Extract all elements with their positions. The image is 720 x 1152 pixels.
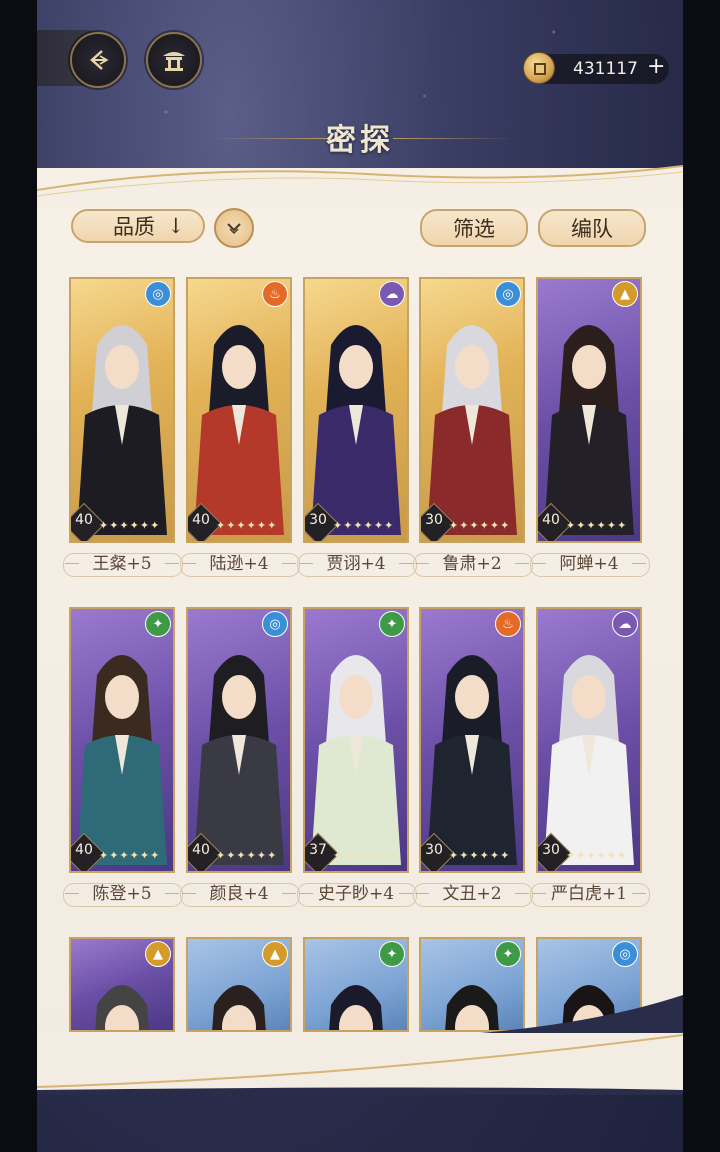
star-rating: ✦✦✦✦✦✦: [216, 849, 278, 862]
chevron-down-icon: [227, 223, 241, 235]
cloud-icon: ☁: [379, 281, 405, 307]
character-portrait: [194, 325, 284, 535]
panel-bottom-ornament: [37, 995, 683, 1095]
character-name: 鲁肃+2: [415, 553, 529, 575]
character-portrait: [427, 655, 517, 865]
level-value: 40: [192, 842, 210, 858]
character-name: 贾诩+4: [299, 553, 413, 575]
filter-button[interactable]: 筛选: [420, 209, 528, 247]
star-rating: ✦✦✦✦✦✦: [99, 519, 161, 532]
character-name: 陆逊+4: [182, 553, 296, 575]
water-icon: ◎: [262, 611, 288, 637]
character-name: 颜良+4: [182, 883, 296, 905]
earth-icon: ▲: [145, 941, 171, 967]
page-title: 密探: [326, 123, 394, 158]
star-rating: ✦✦✦✦✦✦: [333, 849, 395, 862]
level-value: 30: [309, 512, 327, 528]
coin-icon: [523, 52, 555, 84]
character-portrait: [77, 655, 167, 865]
earth-icon: ▲: [612, 281, 638, 307]
character-portrait: [311, 325, 401, 535]
team-button[interactable]: 编队: [538, 209, 646, 247]
water-icon: ◎: [145, 281, 171, 307]
level-value: 40: [75, 512, 93, 528]
character-card[interactable]: ☁ 30 ✦✦✦✦✦✦: [303, 277, 409, 543]
character-card[interactable]: ✦ 37 ✦✦✦✦✦✦: [303, 607, 409, 873]
character-name: 陈登+5: [65, 883, 179, 905]
character-card[interactable]: ☁ 30 ✦✦✦✦✦✦: [536, 607, 642, 873]
sort-order-button[interactable]: [214, 208, 254, 248]
pavilion-icon: [163, 52, 185, 71]
wind-icon: ✦: [145, 611, 171, 637]
character-card[interactable]: ✦ 40 ✦✦✦✦✦✦: [69, 607, 175, 873]
star-rating: ✦✦✦✦✦✦: [566, 519, 628, 532]
panel-top-ornament: [37, 165, 683, 208]
sort-quality-button[interactable]: 品质 ↓: [71, 209, 205, 243]
character-name: 王粲+5: [65, 553, 179, 575]
earth-icon: ▲: [262, 941, 288, 967]
water-icon: ◎: [495, 281, 521, 307]
currency-value: 431117: [573, 59, 638, 79]
star-rating: ✦✦✦✦✦✦: [216, 519, 278, 532]
character-name: 严白虎+1: [532, 883, 646, 905]
character-card[interactable]: ◎ 40 ✦✦✦✦✦✦: [69, 277, 175, 543]
level-value: 30: [542, 842, 560, 858]
character-portrait: [311, 655, 401, 865]
level-value: 30: [425, 512, 443, 528]
cloud-icon: ☁: [612, 611, 638, 637]
star-rating: ✦✦✦✦✦✦: [333, 519, 395, 532]
character-card[interactable]: ♨ 40 ✦✦✦✦✦✦: [186, 277, 292, 543]
back-arrow-icon: [90, 50, 109, 70]
level-value: 40: [542, 512, 560, 528]
fire-icon: ♨: [262, 281, 288, 307]
character-card[interactable]: ◎ 40 ✦✦✦✦✦✦: [186, 607, 292, 873]
level-value: 40: [75, 842, 93, 858]
character-portrait: [194, 655, 284, 865]
sort-arrow-icon: ↓: [167, 214, 185, 238]
wind-icon: ✦: [495, 941, 521, 967]
sort-label: 品质: [113, 215, 155, 239]
character-portrait: [77, 325, 167, 535]
character-portrait: [544, 325, 634, 535]
back-button[interactable]: [70, 32, 126, 88]
water-icon: ◎: [612, 941, 638, 967]
wind-icon: ✦: [379, 941, 405, 967]
character-card[interactable]: ◎ 30 ✦✦✦✦✦✦: [419, 277, 525, 543]
add-currency-button[interactable]: +: [647, 54, 665, 79]
character-card[interactable]: ▲ 40 ✦✦✦✦✦✦: [536, 277, 642, 543]
level-value: 30: [425, 842, 443, 858]
character-name: 阿蝉+4: [532, 553, 646, 575]
star-rating: ✦✦✦✦✦✦: [449, 849, 511, 862]
character-name: 史子眇+4: [299, 883, 413, 905]
home-button[interactable]: [146, 32, 202, 88]
character-portrait: [427, 325, 517, 535]
character-portrait: [544, 655, 634, 865]
wind-icon: ✦: [379, 611, 405, 637]
character-name: 文丑+2: [415, 883, 529, 905]
level-value: 37: [309, 842, 327, 858]
level-value: 40: [192, 512, 210, 528]
game-screen: 431117 + 密探 品质 ↓ 筛选 编队 ◎ 40 ✦✦✦✦✦✦ 王粲+5 ♨ 40 ✦…: [37, 0, 683, 1152]
fire-icon: ♨: [495, 611, 521, 637]
currency-display: 431117 +: [523, 52, 669, 84]
star-rating: ✦✦✦✦✦✦: [449, 519, 511, 532]
star-rating: ✦✦✦✦✦✦: [566, 849, 628, 862]
character-card[interactable]: ♨ 30 ✦✦✦✦✦✦: [419, 607, 525, 873]
star-rating: ✦✦✦✦✦✦: [99, 849, 161, 862]
